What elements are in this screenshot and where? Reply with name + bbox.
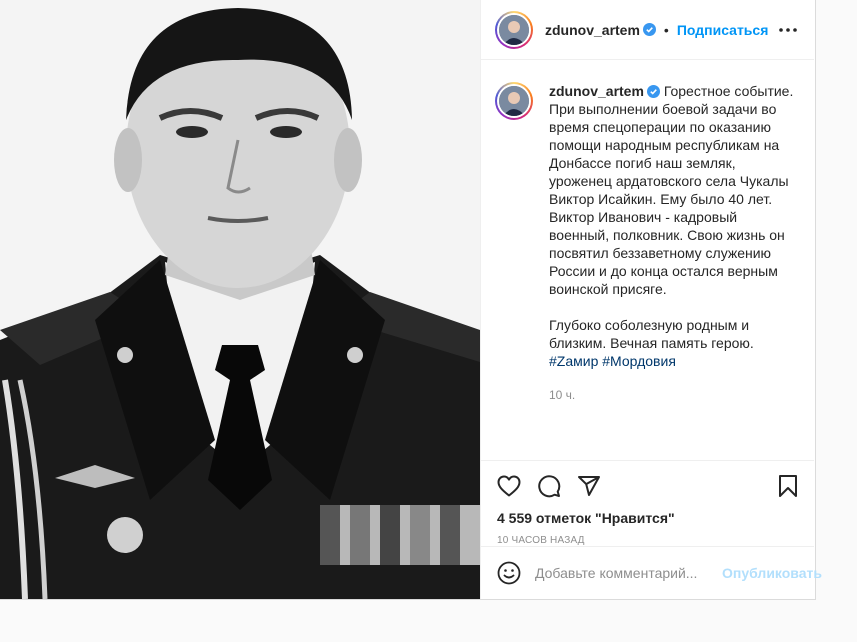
- more-icon[interactable]: [776, 18, 800, 42]
- publish-button[interactable]: Опубликовать: [722, 565, 822, 581]
- comment-icon[interactable]: [537, 474, 561, 498]
- caption-timestamp[interactable]: 10 ч.: [549, 386, 800, 404]
- likes-count[interactable]: 4 559 отметок "Нравится": [481, 509, 814, 527]
- emoji-icon[interactable]: [497, 561, 521, 585]
- caption-avatar[interactable]: [495, 82, 533, 120]
- share-icon[interactable]: [577, 474, 601, 498]
- caption-paragraph-2: Глубоко соболезную родным и близким. Веч…: [549, 317, 754, 351]
- post-photo[interactable]: [0, 0, 480, 599]
- comment-input[interactable]: [535, 565, 716, 581]
- author-username[interactable]: zdunov_artem: [545, 22, 640, 38]
- bookmark-icon[interactable]: [776, 474, 800, 498]
- heart-icon[interactable]: [497, 474, 521, 498]
- caption-username[interactable]: zdunov_artem: [549, 83, 644, 99]
- portrait-image: [0, 0, 480, 599]
- action-bar: [481, 461, 814, 511]
- caption-section: zdunov_artem Горестное событие. При выпо…: [481, 60, 814, 461]
- post-header: zdunov_artem • Подписаться: [481, 0, 814, 60]
- follow-button[interactable]: Подписаться: [677, 22, 769, 38]
- caption-hashtags: #Zамир #Мордовия: [549, 352, 800, 370]
- posted-timestamp[interactable]: 10 часов назад: [481, 535, 814, 546]
- caption-paragraph-1: zdunov_artem Горестное событие. При выпо…: [549, 82, 800, 298]
- comment-bar: Опубликовать: [481, 546, 822, 599]
- verified-badge-icon: [642, 23, 656, 36]
- post-sidebar: zdunov_artem • Подписаться zdunov_artem: [480, 0, 822, 599]
- caption-body: zdunov_artem Горестное событие. При выпо…: [549, 82, 800, 460]
- post-container: zdunov_artem • Подписаться zdunov_artem: [0, 0, 822, 600]
- header-separator: •: [663, 21, 669, 38]
- hashtag-link[interactable]: #Zамир: [549, 353, 598, 369]
- verified-badge-icon: [646, 85, 660, 98]
- hashtag-link[interactable]: #Мордовия: [602, 353, 676, 369]
- author-avatar[interactable]: [495, 10, 533, 49]
- caption-text-1: Горестное событие. При выполнении боевой…: [549, 83, 794, 297]
